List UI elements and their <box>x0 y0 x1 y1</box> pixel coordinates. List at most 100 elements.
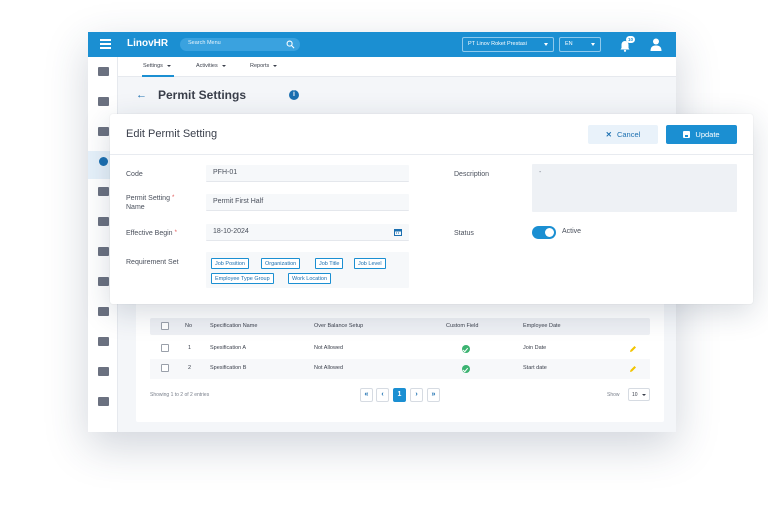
show-label: Show <box>607 392 620 398</box>
users-icon <box>98 247 109 256</box>
cash-icon <box>98 217 109 226</box>
cancel-button[interactable]: ✕ Cancel <box>588 125 658 144</box>
specification-name: Spesification B <box>210 365 247 371</box>
signpost-icon <box>98 367 109 376</box>
sidebar-item-11[interactable] <box>88 361 118 389</box>
code-label: Code <box>126 171 143 178</box>
save-icon <box>683 131 691 138</box>
chevron-down-icon <box>642 394 646 396</box>
tab-activities[interactable]: Activities <box>196 63 226 69</box>
code-field[interactable]: PFH-01 <box>206 165 409 182</box>
over-balance-value: Not Allowed <box>314 365 344 371</box>
edit-pencil-icon[interactable] <box>629 345 637 353</box>
requirement-chip[interactable]: Employee Type Group <box>211 273 274 284</box>
requirement-set-label: Requirement Set <box>126 259 179 266</box>
prev-page-button[interactable]: ‹ <box>376 388 389 402</box>
company-name: PT Linov Roket Prestasi <box>468 41 527 47</box>
modal-title: Edit Permit Setting <box>126 128 218 140</box>
modal-divider <box>110 154 753 155</box>
permit-name-label: Permit Setting * Name <box>126 195 175 211</box>
status-toggle[interactable] <box>532 226 556 239</box>
menu-icon[interactable] <box>100 39 111 49</box>
column-header: Employee Date <box>523 323 561 329</box>
first-page-button[interactable]: « <box>360 388 373 402</box>
update-button[interactable]: Update <box>666 125 737 144</box>
column-header: Over Balance Setup <box>314 323 364 329</box>
page-number-button[interactable]: 1 <box>393 388 406 402</box>
tab-settings[interactable]: Settings <box>143 63 171 69</box>
edit-permit-modal: Edit Permit Setting ✕ Cancel Update Code … <box>110 114 753 304</box>
sidebar-item-12[interactable] <box>88 391 118 419</box>
edit-pencil-icon[interactable] <box>629 365 637 373</box>
chevron-down-icon <box>591 43 595 46</box>
notification-button[interactable]: 10 <box>619 36 635 52</box>
column-header: No <box>185 323 193 329</box>
table-entries-info: Showing 1 to 2 of 2 entries <box>150 392 210 398</box>
table-header: No Specification Name Over Balance Setup… <box>150 318 650 335</box>
description-label: Description <box>454 171 490 178</box>
row-number: 2 <box>188 365 192 371</box>
tab-reports[interactable]: Reports <box>250 63 278 69</box>
status-label: Status <box>454 230 474 237</box>
close-icon: ✕ <box>605 130 612 139</box>
app-logo: LinovHR <box>127 38 169 49</box>
description-field[interactable]: - <box>532 164 737 212</box>
check-circle-icon <box>462 345 470 353</box>
clock-icon <box>99 157 108 166</box>
sidebar-item-1[interactable] <box>88 61 118 89</box>
info-icon[interactable]: i <box>289 90 299 100</box>
table-row: 1 Spesification A Not Allowed Join Date <box>150 339 650 359</box>
search-placeholder: Search Menu <box>188 40 221 46</box>
specification-name: Spesification A <box>210 345 247 351</box>
requirement-set-field[interactable]: Job Position Organization Job Title Job … <box>206 252 409 288</box>
column-header: Custom Field <box>446 323 479 329</box>
page-size-select[interactable]: 10 <box>628 388 650 401</box>
building-icon <box>98 67 109 76</box>
page-title: Permit Settings <box>158 88 247 102</box>
back-arrow-icon[interactable]: ← <box>136 90 147 101</box>
over-balance-value: Not Allowed <box>314 345 344 351</box>
company-select[interactable]: PT Linov Roket Prestasi <box>462 37 554 52</box>
row-checkbox[interactable] <box>161 364 169 372</box>
language-value: EN <box>565 41 573 47</box>
search-input[interactable]: Search Menu <box>180 38 300 51</box>
calendar-icon[interactable] <box>394 228 402 236</box>
top-bar: LinovHR Search Menu PT Linov Roket Prest… <box>88 32 676 57</box>
calendar-icon <box>98 337 109 346</box>
select-all-checkbox[interactable] <box>161 322 169 330</box>
row-number: 1 <box>188 345 192 351</box>
status-value: Active <box>562 228 582 235</box>
requirement-chip[interactable]: Organization <box>261 258 301 269</box>
effective-begin-field[interactable]: 18-10-2024 <box>206 224 409 241</box>
sidebar-item-9[interactable] <box>88 301 118 329</box>
language-select[interactable]: EN <box>559 37 601 52</box>
page-size-value: 10 <box>632 392 638 398</box>
permit-name-field[interactable]: Permit First Half <box>206 194 409 211</box>
requirement-chip[interactable]: Job Title <box>315 258 344 269</box>
effective-begin-label: Effective Begin * <box>126 230 177 237</box>
table-row: 2 Spesification B Not Allowed Start date <box>150 359 650 379</box>
requirement-chip[interactable]: Job Level <box>354 258 386 269</box>
chevron-down-icon <box>544 43 548 46</box>
person-money-icon <box>98 187 109 196</box>
org-chart-icon <box>98 97 109 106</box>
user-icon <box>650 38 662 51</box>
people-icon <box>98 127 109 136</box>
employee-date-value: Join Date <box>523 345 547 351</box>
active-tab-indicator <box>142 75 174 77</box>
requirement-chip[interactable]: Job Position <box>211 258 249 269</box>
column-header: Specification Name <box>210 323 258 329</box>
sub-navigation: Settings Activities Reports <box>118 57 676 77</box>
last-page-button[interactable]: » <box>427 388 440 402</box>
search-icon <box>286 40 295 49</box>
user-button[interactable] <box>650 38 662 51</box>
row-checkbox[interactable] <box>161 344 169 352</box>
employee-date-value: Start date <box>523 365 547 371</box>
requirement-chip[interactable]: Work Location <box>288 273 332 284</box>
graduation-cap-icon <box>98 397 109 406</box>
sidebar-item-10[interactable] <box>88 331 118 359</box>
next-page-button[interactable]: › <box>410 388 423 402</box>
notification-badge: 10 <box>626 36 635 43</box>
line-chart-icon <box>98 307 109 316</box>
bar-chart-icon <box>98 277 109 286</box>
